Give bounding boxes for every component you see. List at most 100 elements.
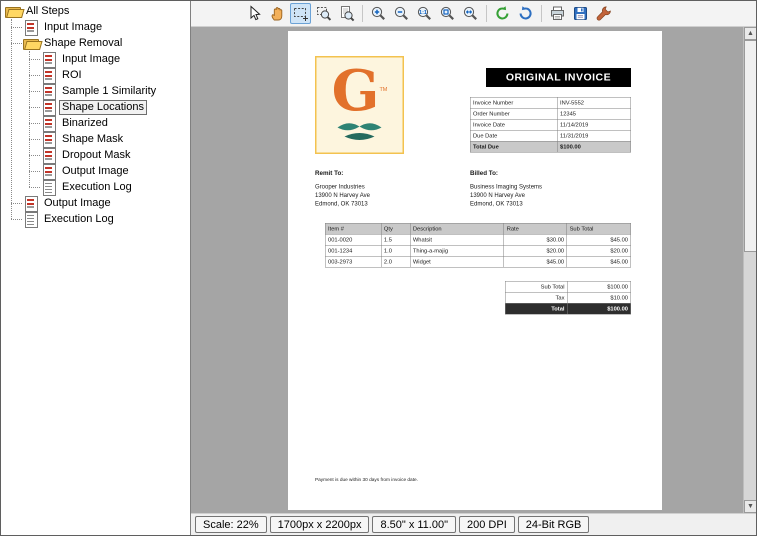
tree-item-input-image-2[interactable]: Input Image (1, 51, 190, 67)
status-scale: Scale: 22% (195, 516, 267, 533)
detail-row: Invoice Date11/14/2019 (470, 119, 631, 130)
document-page: GTM ORIGINAL INVOICE Invoice NumberINV-5… (288, 31, 662, 510)
tree-item-label: Sample 1 Similarity (60, 85, 158, 98)
address-line: Edmond, OK 73013 (315, 200, 370, 209)
zoom-in-icon (370, 5, 387, 22)
totals-row-grand-total: Total$100.00 (505, 303, 631, 314)
line-items-table: Item # Qty Description Rate Sub Total 00… (325, 223, 631, 268)
invoice-details-table: Invoice NumberINV-5552 Order Number12345… (470, 97, 631, 153)
tree-item-label: Input Image (42, 21, 104, 34)
zoom-in-button[interactable] (368, 3, 389, 24)
zoom-fit-width-button[interactable] (460, 3, 481, 24)
logo-letter: GTM (332, 62, 388, 121)
folder-open-icon (23, 36, 39, 51)
tree-item-label: Execution Log (60, 181, 134, 194)
billed-to-block: Billed To: Business Imaging Systems 1390… (470, 169, 542, 208)
app-window: All Steps Input Image Shape Removal Inpu… (0, 0, 757, 536)
tools-button[interactable] (593, 3, 614, 24)
refresh-button[interactable] (492, 3, 513, 24)
detail-row: Invoice NumberINV-5552 (470, 97, 631, 108)
tree-item-output-image-1[interactable]: Output Image (1, 163, 190, 179)
tree-item-label: Shape Locations (60, 101, 146, 114)
detail-row: Due Date11/31/2019 (470, 130, 631, 141)
tree-item-label: Dropout Mask (60, 149, 132, 162)
save-button[interactable] (570, 3, 591, 24)
marquee-select-button[interactable] (290, 3, 311, 24)
text-doc-icon (23, 212, 39, 227)
image-viewer[interactable]: GTM ORIGINAL INVOICE Invoice NumberINV-5… (191, 27, 756, 513)
pointer-button[interactable] (244, 3, 265, 24)
zoom-preview-button[interactable] (336, 3, 357, 24)
zoom-region-button[interactable] (313, 3, 334, 24)
text-doc-icon (41, 180, 57, 195)
pointer-icon (246, 5, 263, 22)
pan-hand-button[interactable] (267, 3, 288, 24)
totals-row: Tax$10.00 (505, 292, 631, 303)
address-line: Edmond, OK 73013 (470, 200, 542, 209)
tree-item-label: Execution Log (42, 213, 116, 226)
rotate-button[interactable] (515, 3, 536, 24)
toolbar-separator (486, 5, 487, 22)
tree-item-label: All Steps (24, 5, 71, 18)
image-doc-icon (41, 84, 57, 99)
status-pixel-dimensions: 1700px x 2200px (270, 516, 370, 533)
zoom-actual-button[interactable]: 1:1 (414, 3, 435, 24)
print-button[interactable] (547, 3, 568, 24)
refresh-icon (494, 5, 511, 22)
billed-to-heading: Billed To: (470, 169, 542, 178)
invoice-image: GTM ORIGINAL INVOICE Invoice NumberINV-5… (288, 31, 662, 510)
image-doc-icon (41, 132, 57, 147)
tree-item-label: Binarized (60, 117, 110, 130)
scrollbar-thumb[interactable] (744, 40, 756, 252)
remit-to-heading: Remit To: (315, 169, 370, 178)
zoom-preview-icon (338, 5, 355, 22)
item-row: 001-1234 1.0 Thing-a-majig $20.00 $20.00 (325, 245, 631, 256)
item-row: 001-0020 1.5 Whatsit $30.00 $45.00 (325, 234, 631, 245)
tree-item-label: ROI (60, 69, 84, 82)
tree-item-all-steps[interactable]: All Steps (1, 3, 190, 19)
detail-row: Order Number12345 (470, 108, 631, 119)
totals-row: Sub Total$100.00 (505, 281, 631, 292)
tree-item-execution-log-1[interactable]: Execution Log (1, 179, 190, 195)
scroll-up-button[interactable]: ▲ (744, 27, 756, 40)
tree-item-roi[interactable]: ROI (1, 67, 190, 83)
items-header-row: Item # Qty Description Rate Sub Total (325, 223, 631, 234)
zoom-fit-width-icon (462, 5, 479, 22)
invoice-logo: GTM (315, 56, 404, 154)
tree-item-sample-1-similarity[interactable]: Sample 1 Similarity (1, 83, 190, 99)
logo-leaves-icon (334, 120, 386, 145)
zoom-region-icon (315, 5, 332, 22)
zoom-out-button[interactable] (391, 3, 412, 24)
address-line: 13900 N Harvey Ave (470, 191, 542, 200)
tree-item-shape-locations[interactable]: Shape Locations (1, 99, 190, 115)
image-doc-icon (41, 68, 57, 83)
save-icon (572, 5, 589, 22)
tree-item-execution-log-2[interactable]: Execution Log (1, 211, 190, 227)
image-doc-icon (23, 196, 39, 211)
scroll-down-button[interactable]: ▼ (744, 500, 756, 513)
remit-to-block: Remit To: Grooper Industries 13900 N Har… (315, 169, 370, 208)
image-doc-icon (23, 20, 39, 35)
print-icon (549, 5, 566, 22)
address-line: 13900 N Harvey Ave (315, 191, 370, 200)
toolbar-separator (362, 5, 363, 22)
status-inch-dimensions: 8.50" x 11.00" (372, 516, 456, 533)
pan-hand-icon (269, 5, 286, 22)
status-dpi: 200 DPI (459, 516, 515, 533)
tree-item-label: Shape Removal (42, 37, 124, 50)
image-doc-icon (41, 116, 57, 131)
tree-item-input-image-1[interactable]: Input Image (1, 19, 190, 35)
tree-item-shape-mask[interactable]: Shape Mask (1, 131, 190, 147)
zoom-out-icon (393, 5, 410, 22)
tree-item-shape-removal[interactable]: Shape Removal (1, 35, 190, 51)
status-color-depth: 24-Bit RGB (518, 516, 590, 533)
zoom-fit-page-button[interactable] (437, 3, 458, 24)
trademark-mark: TM (379, 86, 387, 92)
tree-item-output-image-2[interactable]: Output Image (1, 195, 190, 211)
tree-item-dropout-mask[interactable]: Dropout Mask (1, 147, 190, 163)
vertical-scrollbar[interactable]: ▲ ▼ (743, 27, 756, 513)
address-line: Business Imaging Systems (470, 183, 542, 192)
viewer-pane: 1:1 (191, 1, 756, 535)
toolbar-separator (541, 5, 542, 22)
tree-item-binarized[interactable]: Binarized (1, 115, 190, 131)
